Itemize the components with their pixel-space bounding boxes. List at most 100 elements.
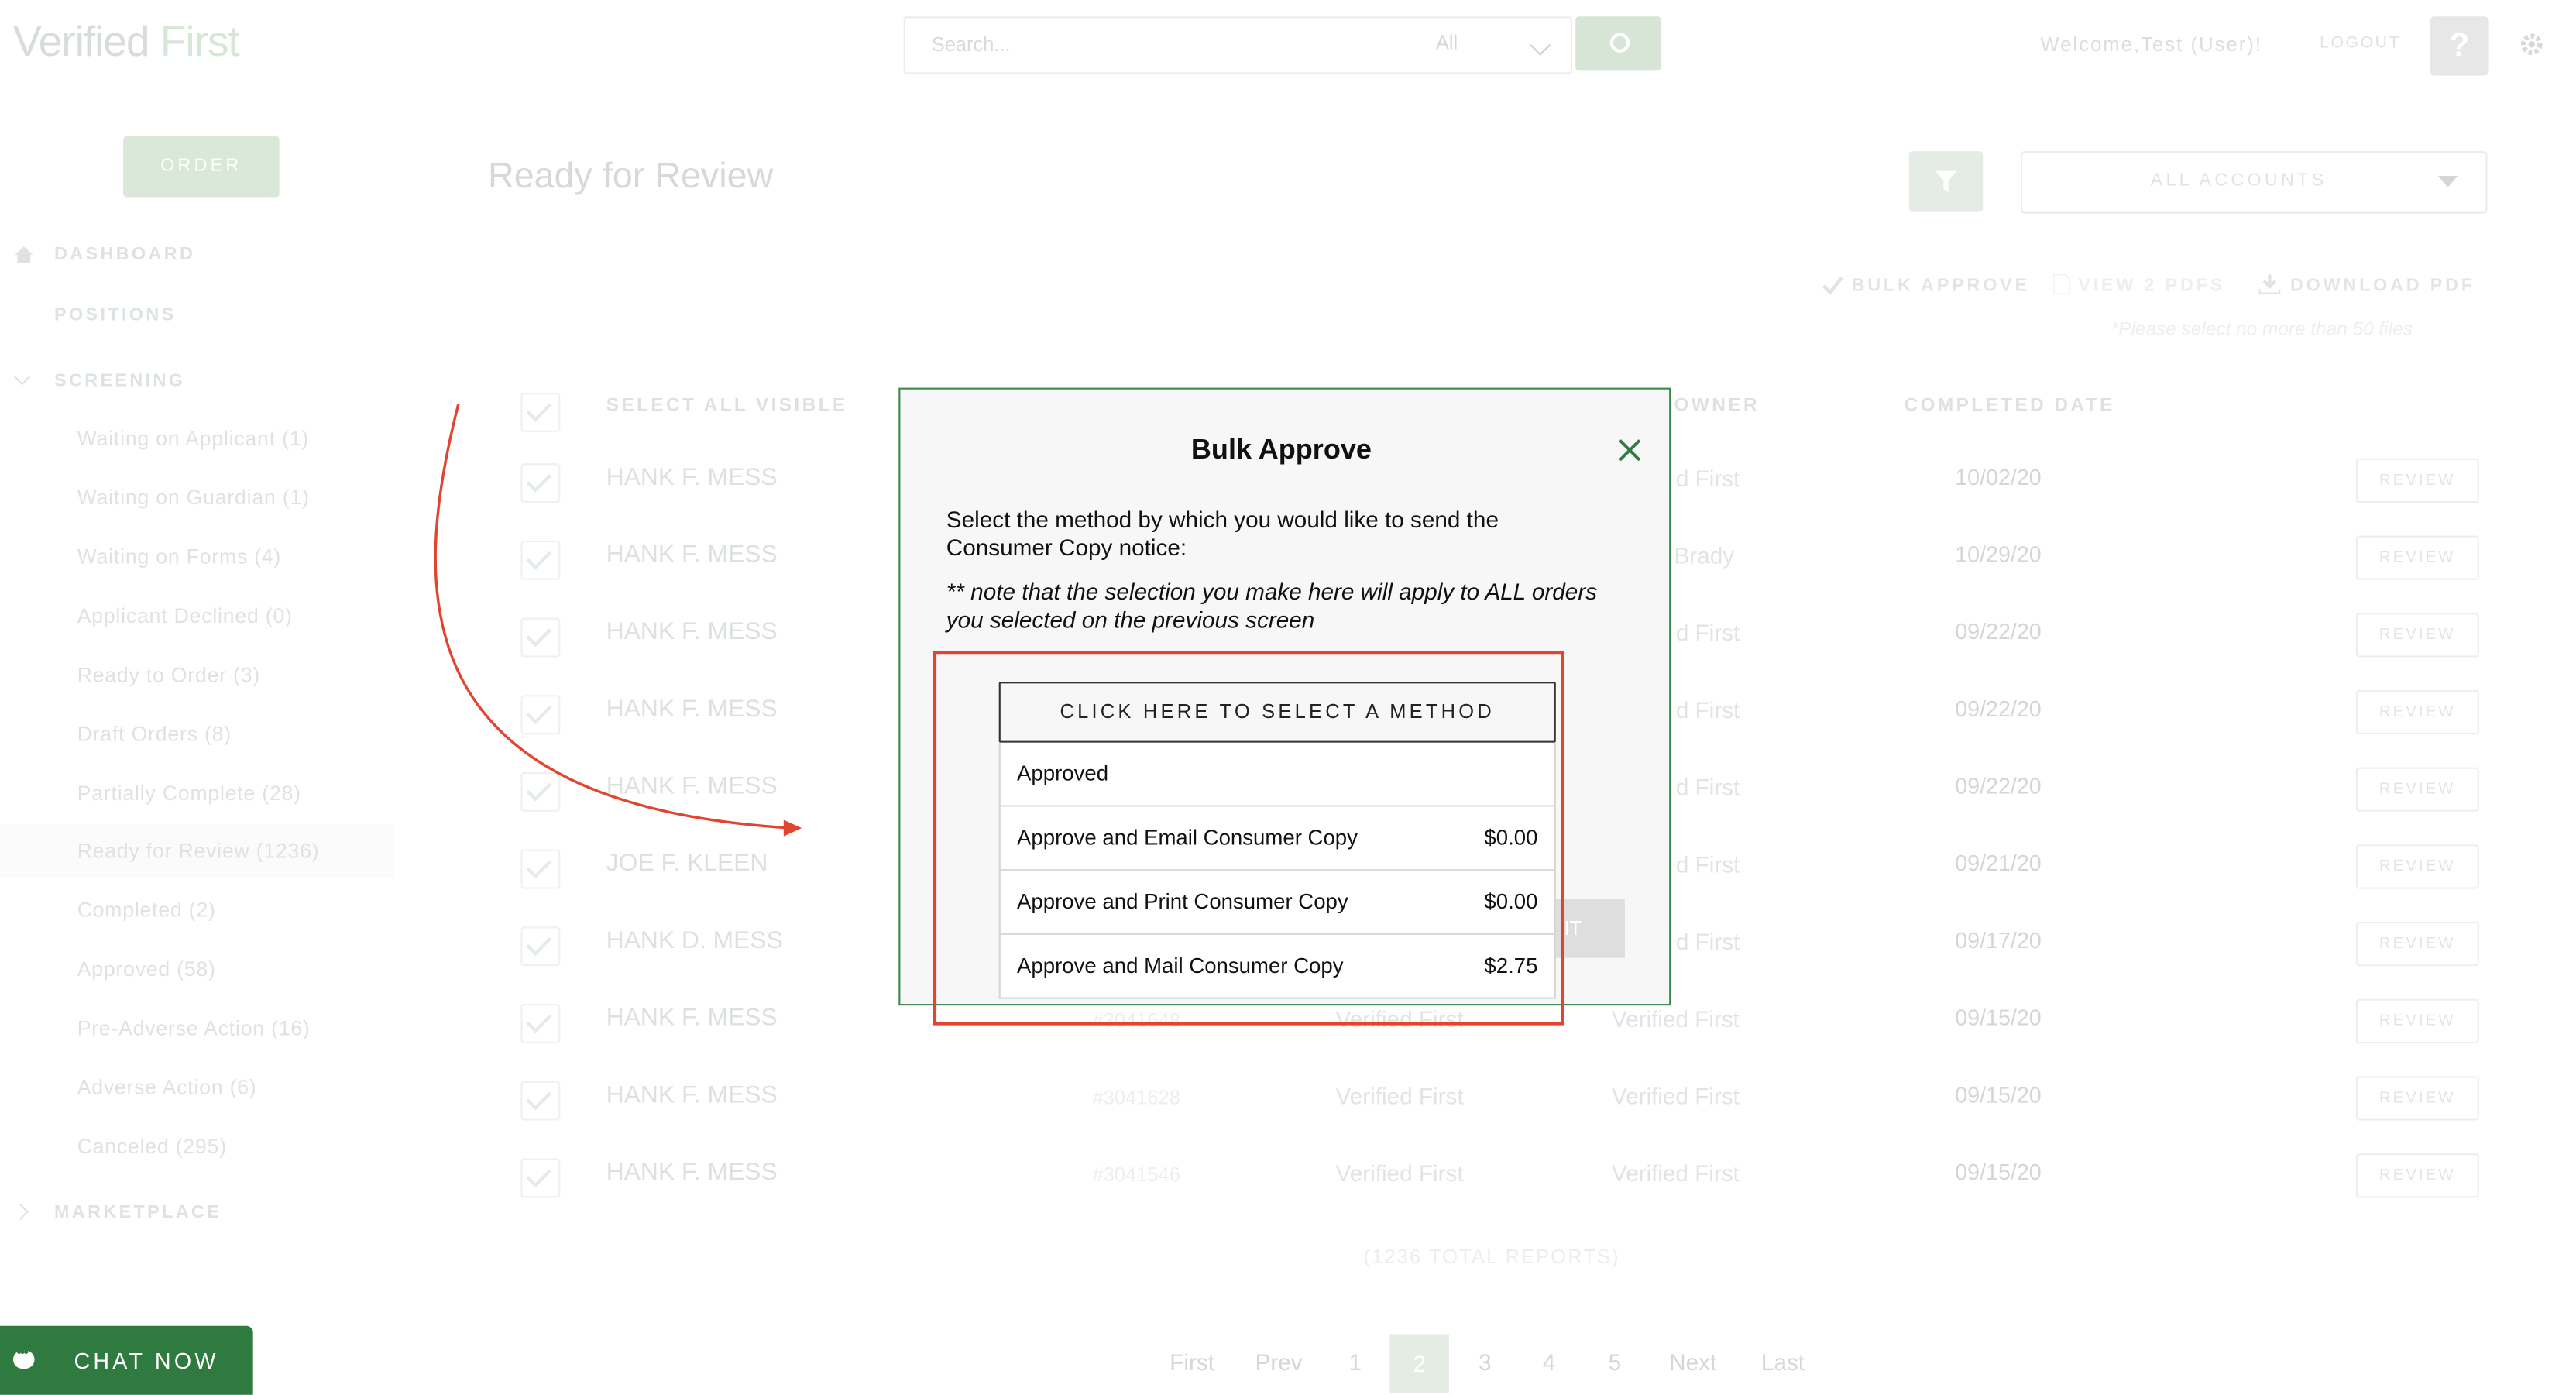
owner-cell: Verified First (1674, 465, 1740, 492)
view-pdfs-button[interactable]: VIEW 2 PDFS (2078, 276, 2225, 295)
welcome-text: Welcome,Test (User)! (2040, 33, 2263, 57)
sidebar-item-canceled[interactable]: Canceled (295) (77, 1136, 227, 1159)
applicant-name[interactable]: HANK F. MESS (606, 1081, 778, 1109)
column-header-owner[interactable]: OWNER (1674, 396, 1760, 415)
sidebar-item-applicant-declined[interactable]: Applicant Declined (0) (77, 605, 293, 628)
sidebar-item-waiting-guardian[interactable]: Waiting on Guardian (1) (77, 486, 310, 510)
annotation-arrow (434, 404, 802, 837)
logout-link[interactable]: LOGOUT (2320, 35, 2401, 53)
review-button[interactable]: REVIEW (2355, 613, 2479, 658)
pagination-page[interactable]: 3 (1479, 1349, 1492, 1376)
brand-logo[interactable]: Verified First (12, 16, 240, 67)
sidebar-item-waiting-applicant[interactable]: Waiting on Applicant (1) (77, 428, 309, 451)
chevron-down-icon[interactable] (1530, 34, 1551, 56)
applicant-name[interactable]: HANK D. MESS (606, 926, 783, 954)
owner-cell: Verified First (1611, 1005, 1740, 1033)
sidebar-item-pre-adverse-action[interactable]: Pre-Adverse Action (16) (77, 1017, 311, 1040)
review-button[interactable]: REVIEW (2355, 458, 2479, 503)
sidebar-item-screening[interactable]: SCREENING (54, 371, 185, 390)
sidebar-item-partially-complete[interactable]: Partially Complete (28) (77, 782, 301, 806)
filter-button[interactable] (1908, 151, 1984, 212)
selection-hint: *Please select no more than 50 files (2111, 320, 2413, 341)
review-button[interactable]: REVIEW (2355, 535, 2479, 580)
review-button[interactable]: REVIEW (2355, 998, 2479, 1043)
close-icon[interactable] (1616, 437, 1643, 463)
pagination-last[interactable]: Last (1761, 1349, 1805, 1376)
help-button[interactable]: ? (2430, 16, 2489, 76)
sidebar-item-positions[interactable]: POSITIONS (54, 306, 177, 325)
pagination-next[interactable]: Next (1669, 1349, 1716, 1376)
row-checkbox[interactable] (520, 1004, 561, 1043)
search-input[interactable]: Search... (932, 33, 1011, 56)
order-button[interactable]: ORDER (123, 136, 280, 198)
search-button[interactable] (1575, 16, 1661, 71)
pagination-first[interactable]: First (1170, 1349, 1214, 1376)
completed-date: 09/22/20 (1955, 696, 2042, 722)
review-button[interactable]: REVIEW (2355, 689, 2479, 735)
pagination-current-page[interactable]: 2 (1389, 1334, 1449, 1393)
sidebar-item-adverse-action[interactable]: Adverse Action (6) (77, 1076, 257, 1099)
owner-cell: Verified First (1611, 1082, 1740, 1109)
completed-date: 09/21/20 (1955, 850, 2042, 876)
order-number: #3041628 (1092, 1086, 1180, 1109)
applicant-name[interactable]: HANK F. MESS (606, 1004, 778, 1032)
chat-bubble-icon (12, 1344, 35, 1369)
annotation-highlight-box (933, 650, 1564, 1026)
gear-icon[interactable] (2519, 31, 2545, 57)
owner-cell: Verified First (1674, 619, 1740, 646)
completed-date: 10/29/20 (1955, 541, 2042, 567)
review-button[interactable]: REVIEW (2355, 921, 2479, 967)
logo-verified-text: Verified (12, 16, 150, 66)
check-icon (1822, 277, 1843, 294)
completed-date: 09/15/20 (1955, 1005, 2042, 1030)
company-cell: Verified First (1335, 1082, 1464, 1109)
pagination-prev[interactable]: Prev (1255, 1349, 1303, 1376)
owner-cell: Brady (1674, 541, 1735, 569)
sidebar-item-completed[interactable]: Completed (2) (77, 899, 216, 922)
accounts-dropdown[interactable]: ALL ACCOUNTS (2021, 151, 2488, 214)
filter-icon (1935, 170, 1957, 193)
order-number: #3041546 (1092, 1163, 1180, 1187)
search-icon (1609, 33, 1630, 53)
sidebar-item-approved[interactable]: Approved (58) (77, 958, 216, 981)
chevron-down-icon (14, 369, 31, 386)
file-pdf-icon (2053, 274, 2070, 294)
owner-cell: Verified First (1674, 850, 1740, 878)
row-checkbox[interactable] (520, 849, 561, 889)
total-reports: (1236 TOTAL REPORTS) (1363, 1245, 1620, 1269)
row-checkbox[interactable] (520, 1158, 561, 1198)
completed-date: 09/22/20 (1955, 619, 2042, 644)
row-checkbox[interactable] (520, 926, 561, 967)
review-button[interactable]: REVIEW (2355, 1153, 2479, 1198)
owner-cell: Verified First (1674, 774, 1740, 801)
completed-date: 10/02/20 (1955, 465, 2042, 490)
chat-now-label: CHAT NOW (74, 1349, 219, 1374)
home-icon (15, 246, 33, 263)
review-button[interactable]: REVIEW (2355, 767, 2479, 812)
chevron-right-icon (12, 1203, 29, 1220)
sidebar-item-ready-for-review[interactable]: Ready for Review (1236) (77, 840, 320, 863)
completed-date: 09/17/20 (1955, 928, 2042, 953)
applicant-name[interactable]: HANK F. MESS (606, 1158, 778, 1186)
logo-first-text: First (160, 16, 240, 66)
download-icon (2258, 274, 2281, 294)
accounts-dropdown-label: ALL ACCOUNTS (2150, 170, 2327, 191)
pagination-page[interactable]: 5 (1609, 1349, 1622, 1376)
review-button[interactable]: REVIEW (2355, 844, 2479, 889)
column-header-completed-date[interactable]: COMPLETED DATE (1904, 396, 2114, 415)
sidebar-item-marketplace[interactable]: MARKETPLACE (54, 1203, 222, 1222)
owner-cell: Verified First (1674, 928, 1740, 955)
modal-note: ** note that the selection you make here… (946, 578, 1598, 633)
sidebar-item-ready-to-order[interactable]: Ready to Order (3) (77, 664, 260, 687)
chat-now-button[interactable]: CHAT NOW (0, 1325, 253, 1395)
pagination-page[interactable]: 1 (1349, 1349, 1362, 1376)
download-pdf-button[interactable]: DOWNLOAD PDF (2290, 276, 2475, 295)
sidebar-item-draft-orders[interactable]: Draft Orders (8) (77, 723, 232, 746)
review-button[interactable]: REVIEW (2355, 1076, 2479, 1121)
row-checkbox[interactable] (520, 1081, 561, 1121)
sidebar-item-dashboard[interactable]: DASHBOARD (54, 245, 195, 264)
pagination-page[interactable]: 4 (1543, 1349, 1556, 1376)
sidebar-item-waiting-forms[interactable]: Waiting on Forms (4) (77, 545, 282, 569)
bulk-approve-button[interactable]: BULK APPROVE (1852, 276, 2030, 295)
search-scope-select[interactable]: All (1436, 31, 1458, 54)
